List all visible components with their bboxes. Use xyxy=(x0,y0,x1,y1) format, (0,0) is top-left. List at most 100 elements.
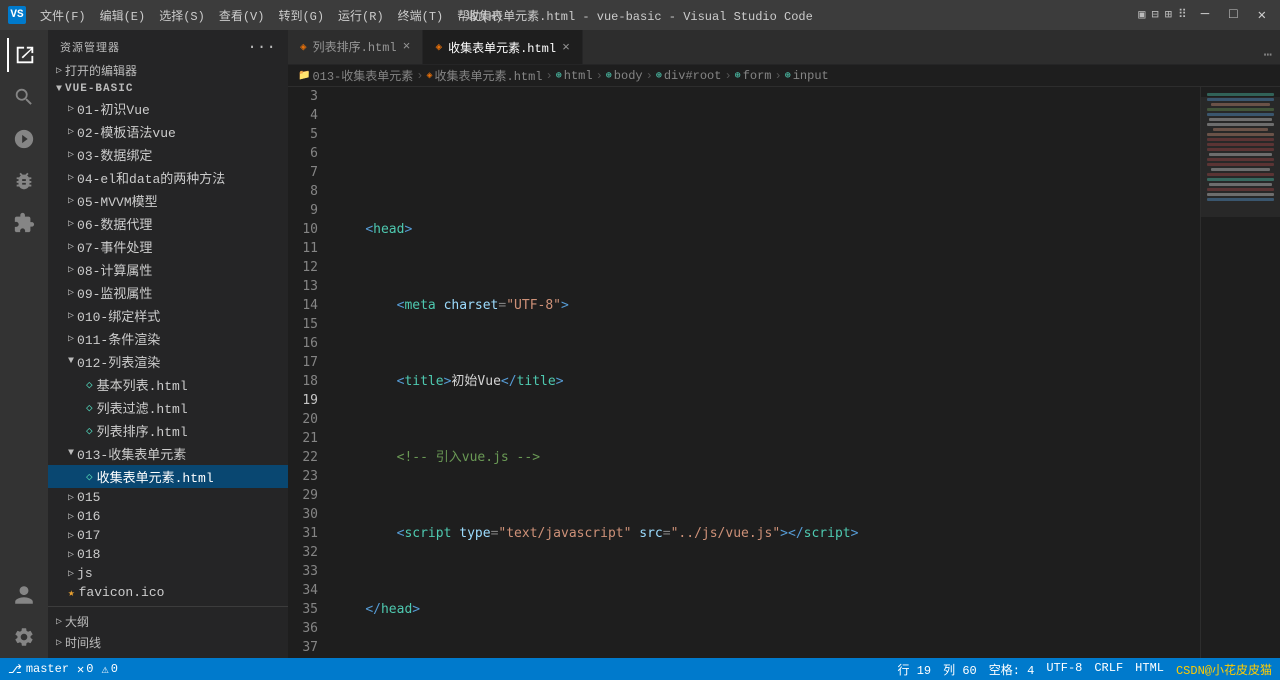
tree-item[interactable]: ▷ 09-监视属性 xyxy=(48,281,288,304)
folder-label: 013-收集表单元素 xyxy=(77,444,186,463)
breadcrumb-file[interactable]: ◈ 收集表单元素.html xyxy=(426,67,542,84)
code-line: <meta charset="UTF-8"> xyxy=(334,296,1200,315)
menu-edit[interactable]: 编辑(E) xyxy=(100,7,146,24)
folder-label: 015 xyxy=(77,490,100,505)
status-line[interactable]: 行 19 xyxy=(898,661,932,678)
vue-basic-label: VUE-BASIC xyxy=(65,83,133,95)
minimize-button[interactable]: ─ xyxy=(1195,7,1215,24)
tree-item[interactable]: ▷ 04-el和data的两种方法 xyxy=(48,166,288,189)
tree-item[interactable]: ▷ js xyxy=(48,564,288,583)
file-label: 基本列表.html xyxy=(97,375,188,394)
breadcrumb-sep: › xyxy=(416,69,423,83)
status-eol[interactable]: CRLF xyxy=(1094,661,1123,678)
breadcrumb-form[interactable]: ⊕ form xyxy=(735,69,772,83)
code-editor[interactable]: 3 4 5 6 7 8 9 10 11 12 13 14 15 16 xyxy=(288,87,1200,658)
git-icon[interactable] xyxy=(7,122,41,156)
breadcrumb-div[interactable]: ⊕ div#root xyxy=(656,69,722,83)
status-language[interactable]: HTML xyxy=(1135,661,1164,678)
menu-view[interactable]: 查看(V) xyxy=(219,7,265,24)
tree-item[interactable]: ◇ 基本列表.html xyxy=(48,373,288,396)
close-button[interactable]: ✕ xyxy=(1252,7,1272,24)
code-line xyxy=(334,144,1200,163)
window-controls[interactable]: ▣ ⊟ ⊞ ⠿ ─ □ ✕ xyxy=(1138,7,1272,24)
menu-terminal[interactable]: 终端(T) xyxy=(398,7,444,24)
debug-icon[interactable] xyxy=(7,164,41,198)
menu-goto[interactable]: 转到(G) xyxy=(278,7,324,24)
tree-item[interactable]: ▷ 016 xyxy=(48,507,288,526)
folder-label: 02-模板语法vue xyxy=(77,122,176,141)
folder-label: 017 xyxy=(77,528,100,543)
tree-item[interactable]: ▷ 03-数据绑定 xyxy=(48,143,288,166)
tree-item-favicon[interactable]: ★ favicon.ico xyxy=(48,583,288,602)
menu-file[interactable]: 文件(F) xyxy=(40,7,86,24)
tree-item[interactable]: ▷ 018 xyxy=(48,545,288,564)
tree-item[interactable]: ▷ 06-数据代理 xyxy=(48,212,288,235)
tree-item[interactable]: ▷ 015 xyxy=(48,488,288,507)
status-encoding[interactable]: UTF-8 xyxy=(1046,661,1082,678)
outline-header[interactable]: ▷ 大纲 xyxy=(48,611,288,632)
window-title: 收集表单元素.html - vue-basic - Visual Studio … xyxy=(467,7,813,24)
warning-count[interactable]: ⚠ 0 xyxy=(101,662,117,677)
folder-label: 07-事件处理 xyxy=(77,237,152,256)
breadcrumb-html[interactable]: ⊕ html xyxy=(556,69,593,83)
tree-item[interactable]: ▷ 08-计算属性 xyxy=(48,258,288,281)
folder-label: 09-监视属性 xyxy=(77,283,152,302)
account-icon[interactable] xyxy=(7,578,41,612)
breadcrumb-input[interactable]: ⊕ input xyxy=(785,69,829,83)
breadcrumb-folder[interactable]: 📁 013-收集表单元素 xyxy=(298,67,413,84)
editor-layout-icon[interactable]: ⋯ xyxy=(1264,47,1272,64)
tree-item[interactable]: ▷ 017 xyxy=(48,526,288,545)
tree-item-012[interactable]: ▼ 012-列表渲染 xyxy=(48,350,288,373)
title-bar: VS 文件(F) 编辑(E) 选择(S) 查看(V) 转到(G) 运行(R) 终… xyxy=(0,0,1280,30)
folder-label: 03-数据绑定 xyxy=(77,145,152,164)
folder-label: js xyxy=(77,566,93,581)
tree-item[interactable]: ▷ 07-事件处理 xyxy=(48,235,288,258)
status-col[interactable]: 列 60 xyxy=(943,661,977,678)
error-count[interactable]: ✕ 0 xyxy=(77,662,93,677)
menu-bar[interactable]: 文件(F) 编辑(E) 选择(S) 查看(V) 转到(G) 运行(R) 终端(T… xyxy=(40,7,503,24)
tree-item[interactable]: ◇ 列表排序.html xyxy=(48,419,288,442)
tab-close-active-icon[interactable]: × xyxy=(562,40,570,55)
file-label: 列表排序.html xyxy=(97,421,188,440)
tree-item-013[interactable]: ▼ 013-收集表单元素 xyxy=(48,442,288,465)
git-branch-label: master xyxy=(26,662,69,676)
layout-icons: ▣ ⊟ ⊞ ⠿ xyxy=(1138,7,1187,24)
active-file-item[interactable]: ◇ 收集表单元素.html xyxy=(48,465,288,488)
open-editors-header[interactable]: ▷ 打开的编辑器 xyxy=(48,60,288,81)
maximize-button[interactable]: □ xyxy=(1223,7,1243,24)
menu-run[interactable]: 运行(R) xyxy=(338,7,384,24)
settings-icon[interactable] xyxy=(7,620,41,654)
tab-bar: ◈ 列表排序.html × ◈ 收集表单元素.html × ⋯ xyxy=(288,30,1280,65)
outline-label: 大纲 xyxy=(65,613,89,630)
tree-item[interactable]: ▷ 011-条件渲染 xyxy=(48,327,288,350)
breadcrumb-sep: › xyxy=(596,69,603,83)
sidebar-dots[interactable]: ··· xyxy=(247,38,276,56)
tree-item[interactable]: ▷ 05-MVVM模型 xyxy=(48,189,288,212)
open-editors-label: 打开的编辑器 xyxy=(65,62,137,79)
code-line: <!-- 引入vue.js --> xyxy=(334,448,1200,467)
timeline-header[interactable]: ▷ 时间线 xyxy=(48,632,288,653)
tab-label-active: 收集表单元素.html xyxy=(448,39,556,56)
folder-label: 05-MVVM模型 xyxy=(77,191,158,210)
tab-list-排序[interactable]: ◈ 列表排序.html × xyxy=(288,30,423,64)
folder-label: 06-数据代理 xyxy=(77,214,152,233)
vue-basic-header[interactable]: ▼ VUE-BASIC xyxy=(48,81,288,97)
folder-label: 08-计算属性 xyxy=(77,260,152,279)
explorer-icon[interactable] xyxy=(7,38,41,72)
search-icon[interactable] xyxy=(7,80,41,114)
tree-item[interactable]: ◇ 列表过滤.html xyxy=(48,396,288,419)
status-spaces[interactable]: 空格: 4 xyxy=(989,661,1035,678)
breadcrumb-sep: › xyxy=(646,69,653,83)
folder-label: 010-绑定样式 xyxy=(77,306,160,325)
breadcrumb-body[interactable]: ⊕ body xyxy=(606,69,643,83)
extensions-icon[interactable] xyxy=(7,206,41,240)
folder-label: 016 xyxy=(77,509,100,524)
tree-item[interactable]: ▷ 01-初识Vue xyxy=(48,97,288,120)
tab-close-icon[interactable]: × xyxy=(403,39,411,54)
tree-item[interactable]: ▷ 02-模板语法vue xyxy=(48,120,288,143)
breadcrumb-sep: › xyxy=(775,69,782,83)
tree-item[interactable]: ▷ 010-绑定样式 xyxy=(48,304,288,327)
tab-收集表单[interactable]: ◈ 收集表单元素.html × xyxy=(423,30,582,64)
breadcrumb-sep: › xyxy=(546,69,553,83)
menu-select[interactable]: 选择(S) xyxy=(159,7,205,24)
